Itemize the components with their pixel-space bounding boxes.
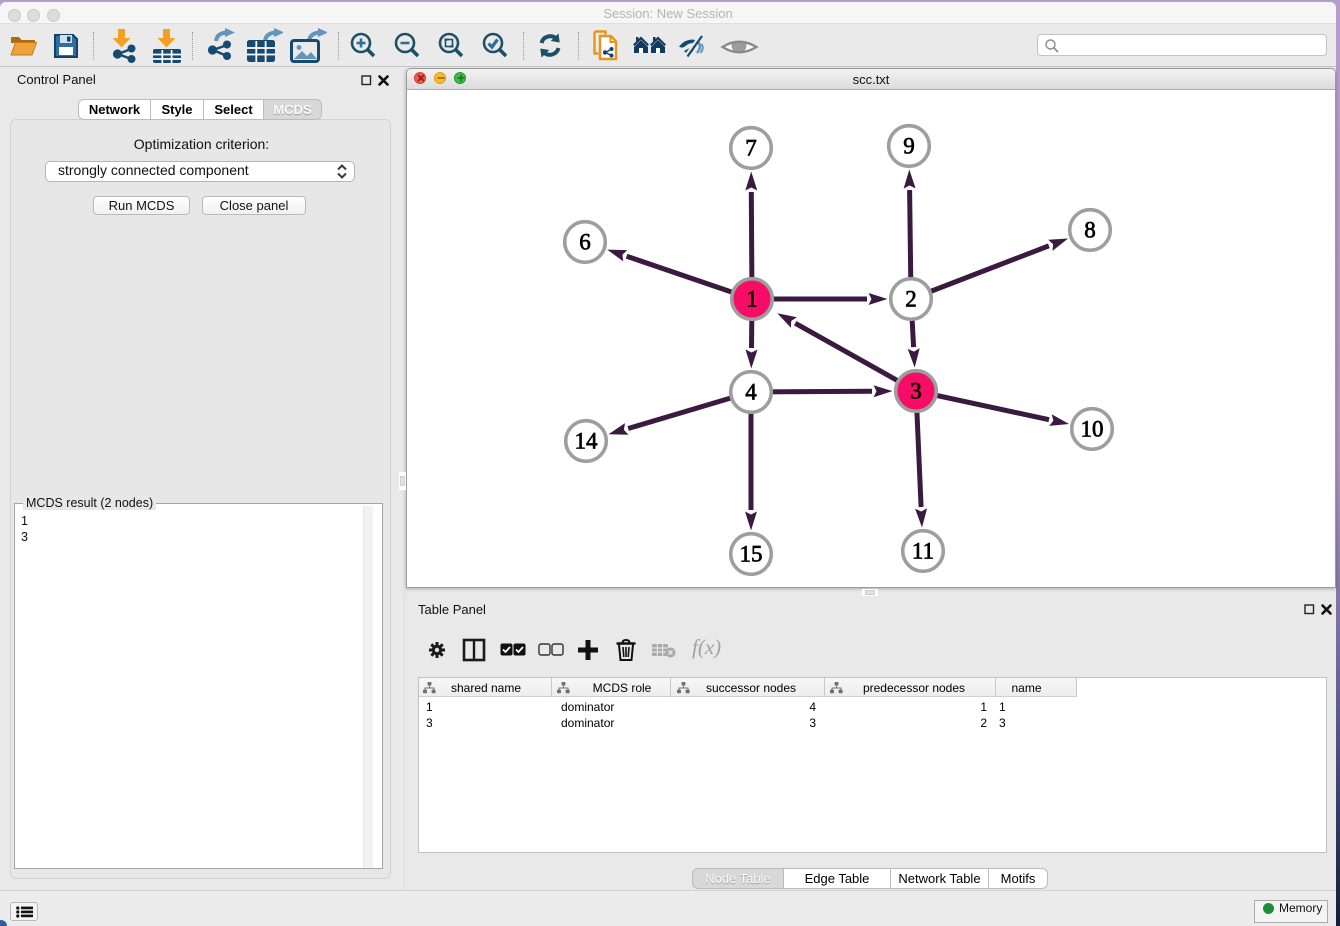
svg-text:4: 4 <box>745 380 757 405</box>
svg-text:11: 11 <box>912 539 934 564</box>
svg-text:3: 3 <box>910 379 922 404</box>
svg-text:10: 10 <box>1081 417 1104 442</box>
svg-text:14: 14 <box>575 429 599 454</box>
svg-text:2: 2 <box>905 287 917 312</box>
svg-text:8: 8 <box>1084 218 1096 243</box>
svg-text:15: 15 <box>740 542 763 567</box>
svg-text:6: 6 <box>579 230 591 255</box>
svg-text:1: 1 <box>746 287 758 312</box>
svg-text:9: 9 <box>903 134 915 159</box>
svg-text:7: 7 <box>745 136 757 161</box>
